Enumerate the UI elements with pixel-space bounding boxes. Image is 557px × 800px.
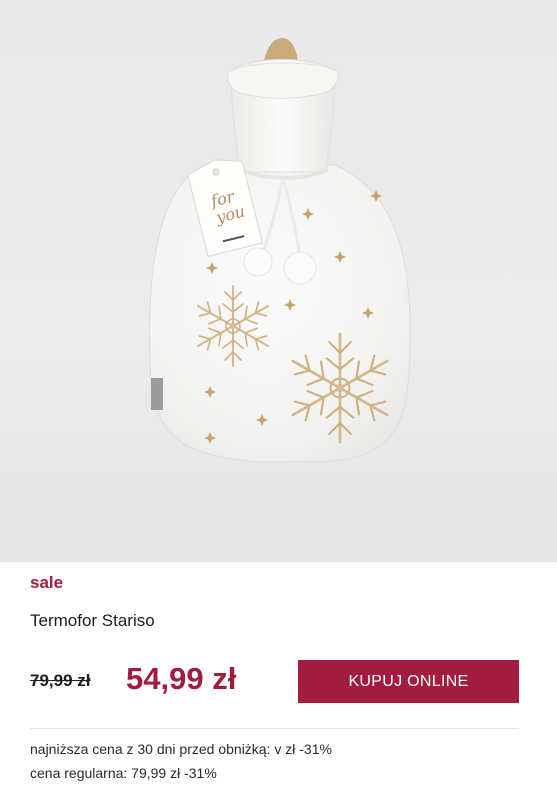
product-card: for you sale Termofor Stariso 79,99 zł 5…: [0, 0, 557, 800]
old-price: 79,99 zł: [30, 671, 91, 690]
product-name[interactable]: Termofor Stariso: [30, 611, 155, 631]
product-image[interactable]: for you: [0, 0, 557, 562]
buy-online-button[interactable]: KUPUJ ONLINE: [298, 660, 519, 703]
sale-price: 54,99 zł: [126, 661, 237, 696]
regular-price-note: cena regularna: 79,99 zł -31%: [30, 765, 217, 781]
divider: [30, 728, 519, 729]
sale-label: sale: [30, 573, 64, 592]
hot-water-bottle-illustration: for you: [149, 38, 411, 463]
lowest-price-note: najniższa cena z 30 dni przed obniżką: v…: [30, 741, 332, 757]
